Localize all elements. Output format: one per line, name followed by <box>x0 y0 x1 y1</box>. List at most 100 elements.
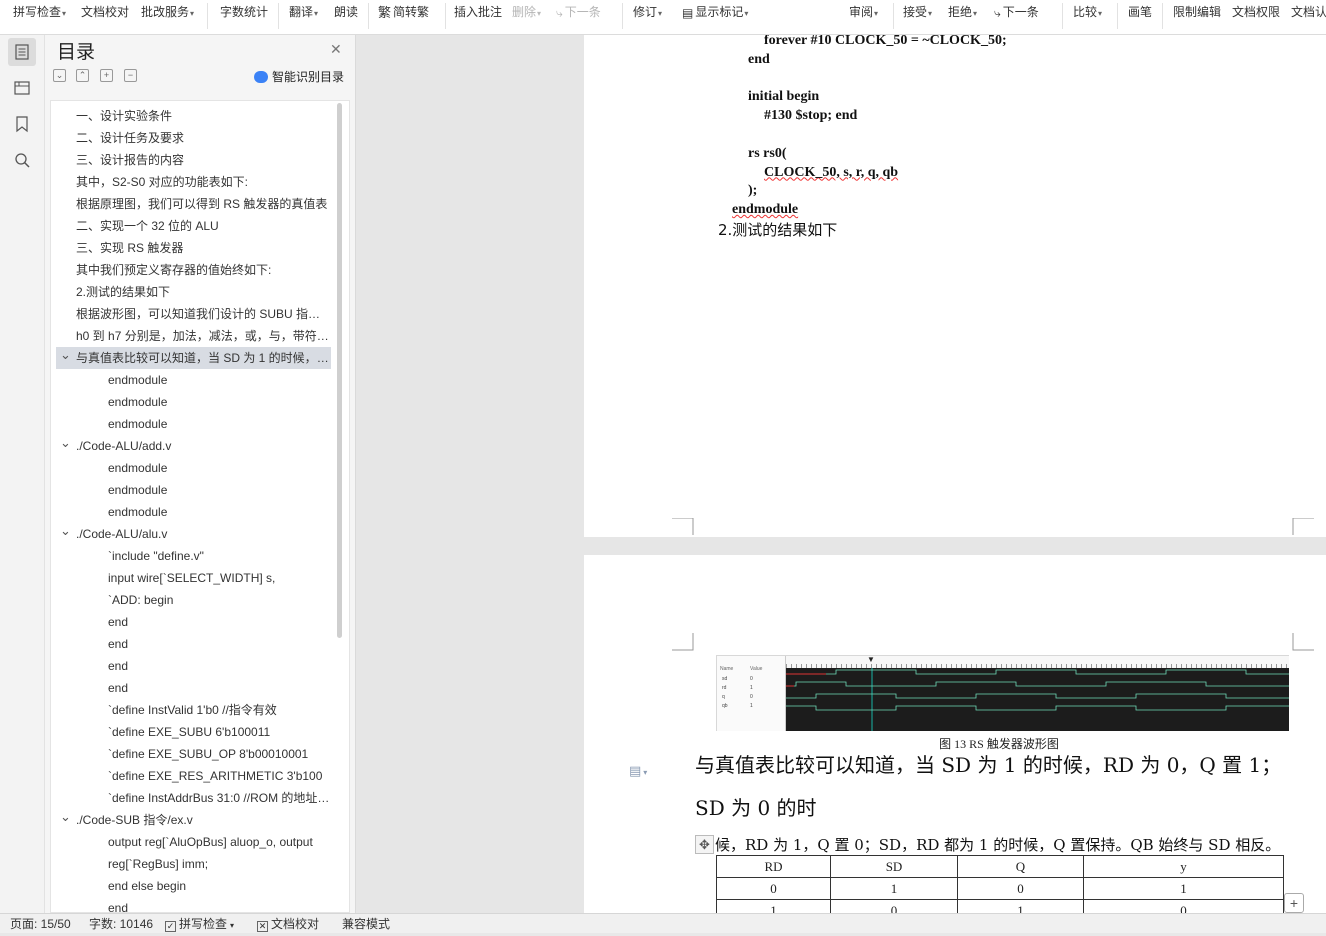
word-count-indicator[interactable]: 字数: 10146 <box>89 914 153 934</box>
toc-item[interactable]: input wire[`SELECT_WIDTH] s, <box>56 567 331 589</box>
toc-item[interactable]: 二、实现一个 32 位的 ALU <box>56 215 331 237</box>
remove-heading-icon[interactable]: − <box>124 69 137 82</box>
toc-item[interactable]: 根据原理图，我们可以得到 RS 触发器的真值表 <box>56 193 331 215</box>
table-header-cell[interactable]: RD <box>716 855 831 878</box>
reject-button[interactable]: 拒绝▾ <box>948 0 977 24</box>
show-marks-button[interactable]: ▤ 显示标记▾ <box>682 0 748 24</box>
smart-toc-button[interactable]: 智能识别目录 <box>254 68 344 85</box>
close-icon[interactable]: ✕ <box>330 41 342 58</box>
toc-item[interactable]: 2.测试的结果如下 <box>56 281 331 303</box>
toc-item[interactable]: endmodule <box>56 369 331 391</box>
table-cell[interactable]: 0 <box>830 899 958 913</box>
table-cell[interactable]: 0 <box>957 877 1084 900</box>
toc-item[interactable]: endmodule <box>56 391 331 413</box>
delete-comment-button[interactable]: 删除▾ <box>512 0 541 24</box>
wave-signal-name[interactable]: rd <box>722 685 726 691</box>
add-heading-icon[interactable]: + <box>100 69 113 82</box>
scrollbar[interactable] <box>337 103 342 638</box>
chevron-down-icon[interactable]: ⌄ <box>60 347 71 366</box>
wave-signal-name[interactable]: qb <box>722 703 728 709</box>
table-header-cell[interactable]: y <box>1083 855 1284 878</box>
toc-item[interactable]: ⌄ ./Code-SUB 指令/ex.v <box>56 809 331 831</box>
toc-item[interactable]: `include "define.v" <box>56 545 331 567</box>
toc-item[interactable]: end <box>56 611 331 633</box>
pen-button[interactable]: 画笔 <box>1128 0 1152 24</box>
toc-item[interactable]: end <box>56 633 331 655</box>
doc-cert-button[interactable]: 文档认 <box>1291 0 1326 24</box>
restrict-edit-button[interactable]: 限制编辑 <box>1173 0 1221 24</box>
toc-item[interactable]: 一、设计实验条件 <box>56 105 331 127</box>
toc-item[interactable]: `define EXE_RES_ARITHMETIC 3'b100 <box>56 765 331 787</box>
toc-item[interactable]: endmodule <box>56 479 331 501</box>
toc-item[interactable]: 三、设计报告的内容 <box>56 149 331 171</box>
search-icon[interactable] <box>8 146 36 174</box>
collapse-icon[interactable]: ⌄ <box>53 69 66 82</box>
toc-item[interactable]: `ADD: begin <box>56 589 331 611</box>
table-cell[interactable]: 1 <box>957 899 1084 913</box>
toc-item[interactable]: 根据波形图，可以知道我们设计的 SUBU 指令的功能 <box>56 303 331 325</box>
add-table-row-icon[interactable]: + <box>1284 893 1304 913</box>
toc-item[interactable]: `define EXE_SUBU_OP 8'b00010001 <box>56 743 331 765</box>
toc-item[interactable]: output reg[`AluOpBus] aluop_o, output <box>56 831 331 853</box>
chapter-nav-icon[interactable] <box>8 74 36 102</box>
toc-item[interactable]: end <box>56 677 331 699</box>
toc-item-label: output reg[`AluOpBus] aluop_o, output <box>108 835 313 849</box>
table-header-cell[interactable]: Q <box>957 855 1084 878</box>
table-cell[interactable]: 1 <box>716 899 831 913</box>
toc-item[interactable]: `define EXE_SUBU 6'b100011 <box>56 721 331 743</box>
review-button[interactable]: 审阅▾ <box>849 0 878 24</box>
toc-item[interactable]: endmodule <box>56 457 331 479</box>
toc-item[interactable]: 三、实现 RS 触发器 <box>56 237 331 259</box>
chevron-down-icon[interactable]: ⌄ <box>60 435 71 454</box>
toc-item[interactable]: end <box>56 655 331 677</box>
chevron-down-icon[interactable]: ⌄ <box>60 809 71 828</box>
toc-item[interactable]: reg[`RegBus] imm; <box>56 853 331 875</box>
expand-up-icon[interactable]: ⌃ <box>76 69 89 82</box>
translate-button[interactable]: 翻译▾ <box>289 0 318 24</box>
toc-item[interactable]: endmodule <box>56 413 331 435</box>
toc-item[interactable]: ⌄ ./Code-ALU/add.v <box>56 435 331 457</box>
toc-item[interactable]: ⌄ ./Code-ALU/alu.v <box>56 523 331 545</box>
proofread-toggle[interactable]: ✕ 文档校对 <box>257 914 319 934</box>
toc-item-label: 其中，S2-S0 对应的功能表如下: <box>76 175 249 189</box>
toc-item[interactable]: end <box>56 897 331 912</box>
move-table-icon[interactable]: ✥ <box>695 835 714 854</box>
toc-panel-icon[interactable] <box>8 38 36 66</box>
toc-item[interactable]: `define InstValid 1'b0 //指令有效 <box>56 699 331 721</box>
insert-comment-button[interactable]: 插入批注 <box>454 0 502 24</box>
wave-signal-name[interactable]: sd <box>722 676 727 682</box>
table-cell[interactable]: 1 <box>1083 877 1284 900</box>
next-comment-button[interactable]: ⤷ 下一条 <box>556 0 601 24</box>
accept-button[interactable]: 接受▾ <box>903 0 932 24</box>
wave-signal-name[interactable]: q <box>722 694 725 700</box>
revise-button[interactable]: 修订▾ <box>633 0 662 24</box>
toc-item[interactable]: end else begin <box>56 875 331 897</box>
toc-item[interactable]: 其中，S2-S0 对应的功能表如下: <box>56 171 331 193</box>
bookmark-icon[interactable] <box>8 110 36 138</box>
toc-item[interactable]: endmodule <box>56 501 331 523</box>
table-cell[interactable]: 1 <box>830 877 958 900</box>
word-count-button[interactable]: 字数统计 <box>220 0 268 24</box>
chevron-down-icon[interactable]: ⌄ <box>60 523 71 542</box>
paragraph-handle-icon[interactable]: ▤ ▾ <box>629 763 647 779</box>
toc-item[interactable]: 二、设计任务及要求 <box>56 127 331 149</box>
compare-button[interactable]: 比较▾ <box>1073 0 1102 24</box>
toc-item[interactable]: `define InstAddrBus 31:0 //ROM 的地址总线 <box>56 787 331 809</box>
page-indicator[interactable]: 页面: 15/50 <box>10 914 71 934</box>
table-header-row: RD SD Q y <box>716 855 1284 878</box>
read-aloud-button[interactable]: 朗读 <box>334 0 358 24</box>
next-revision-button[interactable]: ⤷ 下一条 <box>994 0 1039 24</box>
toc-item[interactable]: ⌄ 与真值表比较可以知道，当 SD 为 1 的时候，RD 为 0 <box>56 347 331 369</box>
simp-trad-button[interactable]: 繁简转繁 <box>378 0 429 24</box>
annotate-service-button[interactable]: 批改服务▾ <box>141 0 194 24</box>
toc-item[interactable]: h0 到 h7 分别是，加法，减法，或，与，带符号比较 <box>56 325 331 347</box>
doc-permission-button[interactable]: 文档权限 <box>1232 0 1280 24</box>
table-header-cell[interactable]: SD <box>830 855 958 878</box>
code-line: initial begin <box>748 89 820 105</box>
table-cell[interactable]: 0 <box>1083 899 1284 913</box>
toc-item-label: 其中我们预定义寄存器的值始终如下: <box>76 263 272 277</box>
toc-item[interactable]: 其中我们预定义寄存器的值始终如下: <box>56 259 331 281</box>
spell-check-button[interactable]: 拼写检查▾ <box>13 0 66 24</box>
doc-proofread-button[interactable]: 文档校对 <box>81 0 129 24</box>
table-cell[interactable]: 0 <box>716 877 831 900</box>
